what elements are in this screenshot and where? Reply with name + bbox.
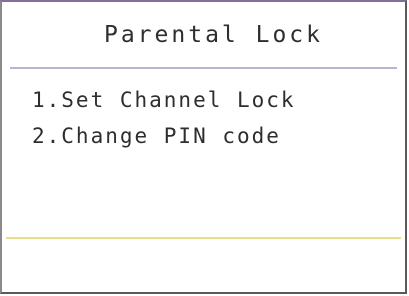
- title-divider: [10, 67, 397, 69]
- menu-item-set-channel-lock[interactable]: 1.Set Channel Lock: [32, 82, 296, 118]
- parental-lock-menu: 1.Set Channel Lock 2.Change PIN code: [32, 82, 296, 154]
- menu-item-change-pin-code[interactable]: 2.Change PIN code: [32, 118, 296, 154]
- dialog-title: Parental Lock: [103, 22, 323, 48]
- dialog-title-bar: Parental Lock: [2, 2, 405, 68]
- dialog-footer: [2, 239, 405, 294]
- parental-lock-dialog: Parental Lock 1.Set Channel Lock 2.Chang…: [0, 0, 407, 294]
